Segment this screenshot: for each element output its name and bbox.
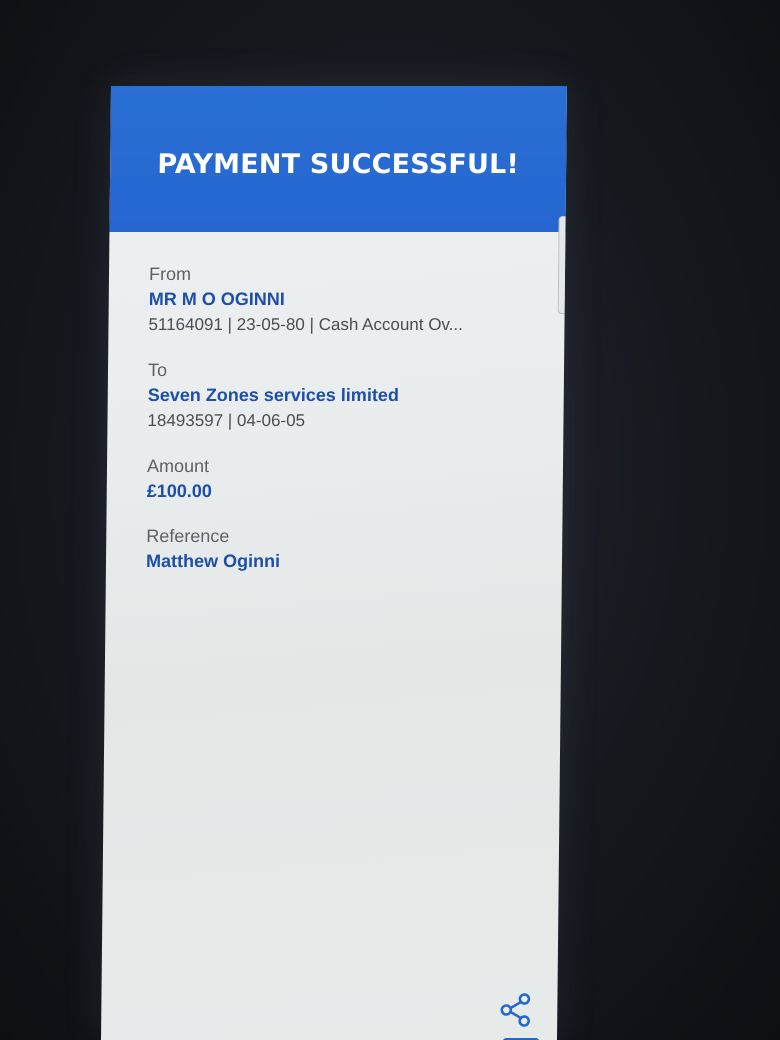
from-account-details: 51164091 | 23-05-80 | Cash Account Ov...	[148, 315, 464, 334]
payee-account-details: 18493597 | 04-06-05	[147, 411, 306, 430]
success-header: PAYMENT SUCCESSFUL!	[109, 86, 567, 232]
page-title: PAYMENT SUCCESSFUL!	[157, 148, 520, 180]
payee-name: Seven Zones services limited	[147, 385, 399, 405]
scroll-indicator[interactable]	[557, 216, 566, 314]
reference-label: Reference	[146, 526, 230, 546]
from-section: From MR M O OGINNI 51164091 | 23-05-80 |…	[148, 262, 545, 338]
reference-value: Matthew Oginni	[145, 551, 281, 571]
share-button[interactable]	[495, 990, 535, 1030]
amount-section: Amount £100.00	[147, 454, 544, 504]
amount-label: Amount	[146, 456, 210, 476]
from-account-name: MR M O OGINNI	[148, 289, 285, 309]
to-section: To Seven Zones services limited 18493597…	[147, 358, 544, 434]
amount-value: £100.00	[146, 481, 212, 501]
payment-details: From MR M O OGINNI 51164091 | 23-05-80 |…	[146, 262, 545, 594]
phone-screen: PAYMENT SUCCESSFUL! From MR M O OGINNI 5…	[101, 86, 567, 1040]
share-icon	[500, 993, 531, 1027]
reference-section: Reference Matthew Oginni	[146, 524, 543, 574]
to-label: To	[147, 360, 168, 380]
from-label: From	[148, 264, 192, 284]
